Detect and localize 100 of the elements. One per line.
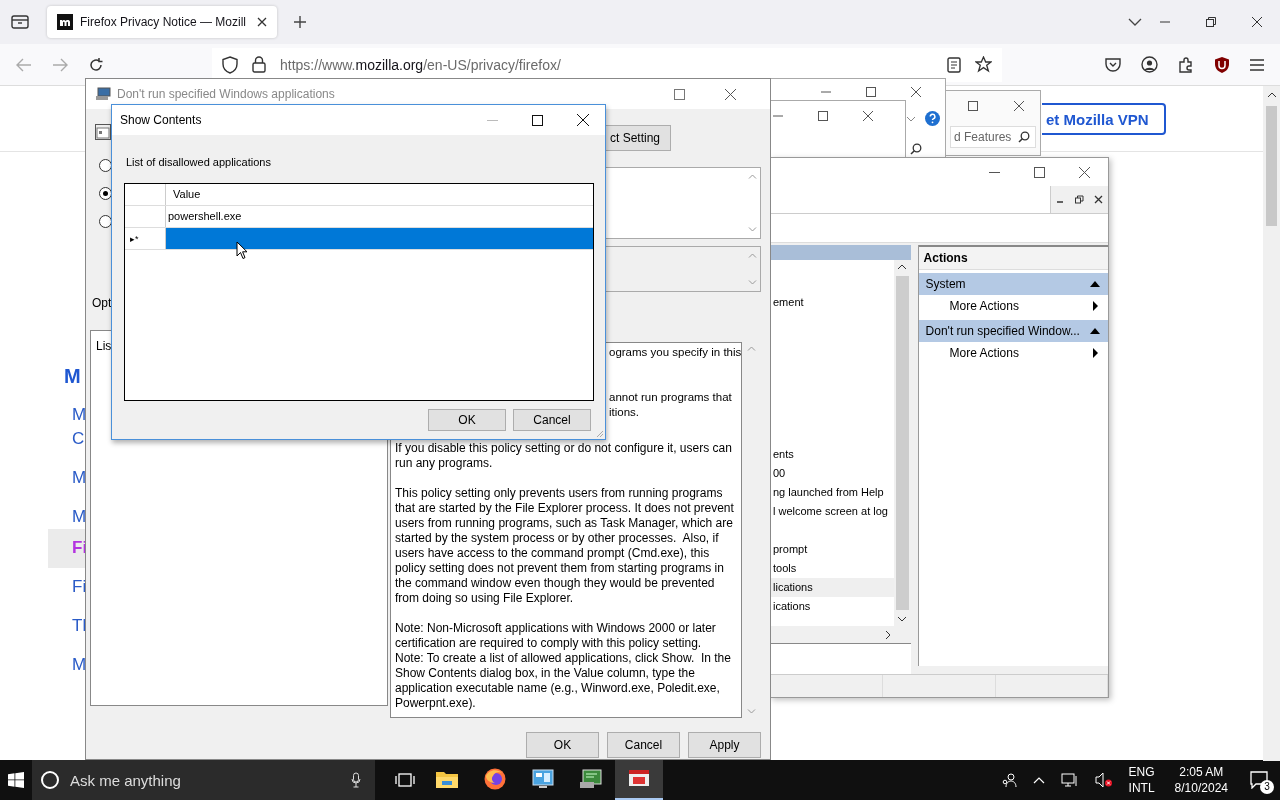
value-cell[interactable] [166,228,593,249]
site-logo-icon [57,14,73,30]
language-indicator[interactable]: INTL [1128,780,1155,796]
browser-icon [483,767,507,791]
scrollbar-thumb[interactable] [1266,106,1277,226]
close-icon[interactable] [1079,166,1090,178]
url-text: https://www.mozilla.org/en-US/privacy/firefox/ [280,56,561,73]
clock-time[interactable]: 2:05 AM [1179,764,1224,780]
lock-icon[interactable] [252,56,266,73]
column-header[interactable]: Value [166,184,593,205]
task-view-icon[interactable] [395,772,415,788]
reload-icon[interactable] [88,56,104,73]
policy-list-item[interactable]: ng launched from Help [771,483,894,502]
scrollbar[interactable] [893,260,911,626]
maximize-icon[interactable] [818,111,828,121]
value-cell[interactable]: powershell.exe [166,206,593,227]
shield-icon[interactable] [222,55,238,74]
help-icon[interactable] [925,111,940,126]
monitor-icon [531,768,555,790]
maximize-icon[interactable] [1034,166,1045,178]
puzzle-piece-icon[interactable] [1178,56,1194,73]
policy-list-item[interactable]: ents [771,445,894,464]
search-icon[interactable] [910,143,922,155]
network-icon[interactable] [1060,772,1079,788]
folder-icon [435,769,459,789]
help-text: Note: Non-Microsoft applications with Windows 2000 or later certification are required to comply with this policy setting. Note: To create a list of allowed applications, click Show. In the Show Contents dialog box, in the Value column, type the application executable name (e.g., Winword.exe, Poledit.exe, Powerpnt.exe). [395,621,732,711]
close-icon[interactable] [257,17,267,27]
sidebar-heading: M [64,364,82,388]
language-indicator[interactable]: ENG [1128,764,1155,780]
window-title: Don't run specified Windows applications [117,87,335,101]
windows-start-icon[interactable] [8,772,24,788]
taskbar-search-field[interactable]: Ask me anything [32,760,375,800]
window-title: Show Contents [120,113,202,127]
notification-center-button[interactable]: 3 [1240,760,1280,800]
help-text: If you disable this policy setting or do not configure it, users can run any programs. [395,441,733,471]
computer-icon [95,87,111,101]
maximize-icon[interactable] [866,87,876,97]
restore-icon[interactable] [1075,195,1084,204]
collapse-triangle-icon[interactable] [1090,281,1100,287]
scroll-down-icon[interactable] [897,616,908,622]
tab-title: Firefox Privacy Notice — Mozill [80,15,248,29]
maximize-icon[interactable] [1205,16,1217,28]
scroll-right-icon[interactable] [884,629,891,640]
policy-list-item[interactable]: lications [771,578,894,597]
address-bar[interactable]: https://www.mozilla.org/en-US/privacy/firefox/ [212,47,1002,82]
maximize-icon[interactable] [532,114,543,126]
get-vpn-button[interactable]: et Mozilla VPN [1042,103,1166,135]
close-icon[interactable] [911,87,921,97]
dialog-button[interactable]: OK [428,409,506,431]
close-icon[interactable] [1014,101,1024,111]
shield-extension-icon[interactable] [1214,55,1230,74]
dialog-button[interactable]: Apply [688,732,761,758]
computer-icon [579,768,603,790]
close-icon[interactable] [577,114,589,126]
maximize-icon[interactable] [968,101,978,111]
dialog-button[interactable]: OK [526,732,599,758]
notification-count: 3 [1260,780,1274,794]
policy-list-item[interactable]: 00 [771,464,894,483]
policy-taskbar-button[interactable] [615,760,663,800]
policy-list-item[interactable]: ications [771,597,894,616]
chevron-up-icon[interactable] [1032,776,1045,784]
resize-grip-icon[interactable] [596,430,604,438]
submenu-triangle-icon [1093,348,1098,358]
close-icon[interactable] [725,88,736,100]
new-tab-icon[interactable] [293,15,307,29]
scroll-up-icon[interactable] [897,264,908,270]
account-icon[interactable] [1141,56,1158,73]
reader-view-icon[interactable] [947,56,961,73]
collapse-triangle-icon[interactable] [1090,328,1100,334]
volume-muted-icon[interactable] [1094,772,1113,788]
search-icon[interactable] [1018,131,1030,143]
action-item[interactable]: More Actions [918,342,1108,364]
close-icon[interactable] [863,111,873,121]
message-icon [1250,771,1270,789]
browser-tab[interactable]: Firefox Privacy Notice — Mozill [47,6,277,38]
action-section-header[interactable]: Don't run specified Window... [918,320,1108,342]
close-icon[interactable] [1094,195,1103,204]
microphone-icon[interactable] [351,772,361,788]
action-item[interactable]: More Actions [918,295,1108,317]
policy-list-item[interactable]: ement [771,293,894,312]
dialog-button[interactable]: Cancel [513,409,591,431]
pocket-icon[interactable] [1105,57,1121,72]
menu-icon[interactable] [1250,58,1264,71]
clock-date[interactable]: 8/10/2024 [1174,780,1228,796]
tab-list-icon[interactable] [11,14,29,30]
policy-list-item[interactable]: tools [771,559,894,578]
close-icon[interactable] [1251,16,1263,28]
search-field[interactable]: d Features [950,126,1036,148]
action-section-header[interactable]: System [918,273,1108,295]
policy-list-item[interactable]: l welcome screen at log [771,502,894,521]
people-icon[interactable] [1000,772,1017,788]
policy-list-item[interactable]: prompt [771,540,894,559]
help-text: This policy setting only prevents users from running programs that are started by the File Explorer process. It does not prevent users from running programs, such as Task Manager, which are started by the system process or by other processes. Also, if users have access to the command prompt (Cmd.exe), this policy setting does not prevent them from starting programs in the command window even though they would be prevented from doing so using File Explorer. [395,486,735,606]
scrollbar[interactable] [1263,86,1280,761]
help-text: itions. [609,405,640,420]
scrollbar[interactable] [771,626,911,644]
star-icon[interactable] [975,56,992,73]
dialog-button[interactable]: Cancel [607,732,680,758]
scroll-up-icon[interactable] [1266,92,1277,98]
chevron-down-icon[interactable] [1128,18,1142,26]
